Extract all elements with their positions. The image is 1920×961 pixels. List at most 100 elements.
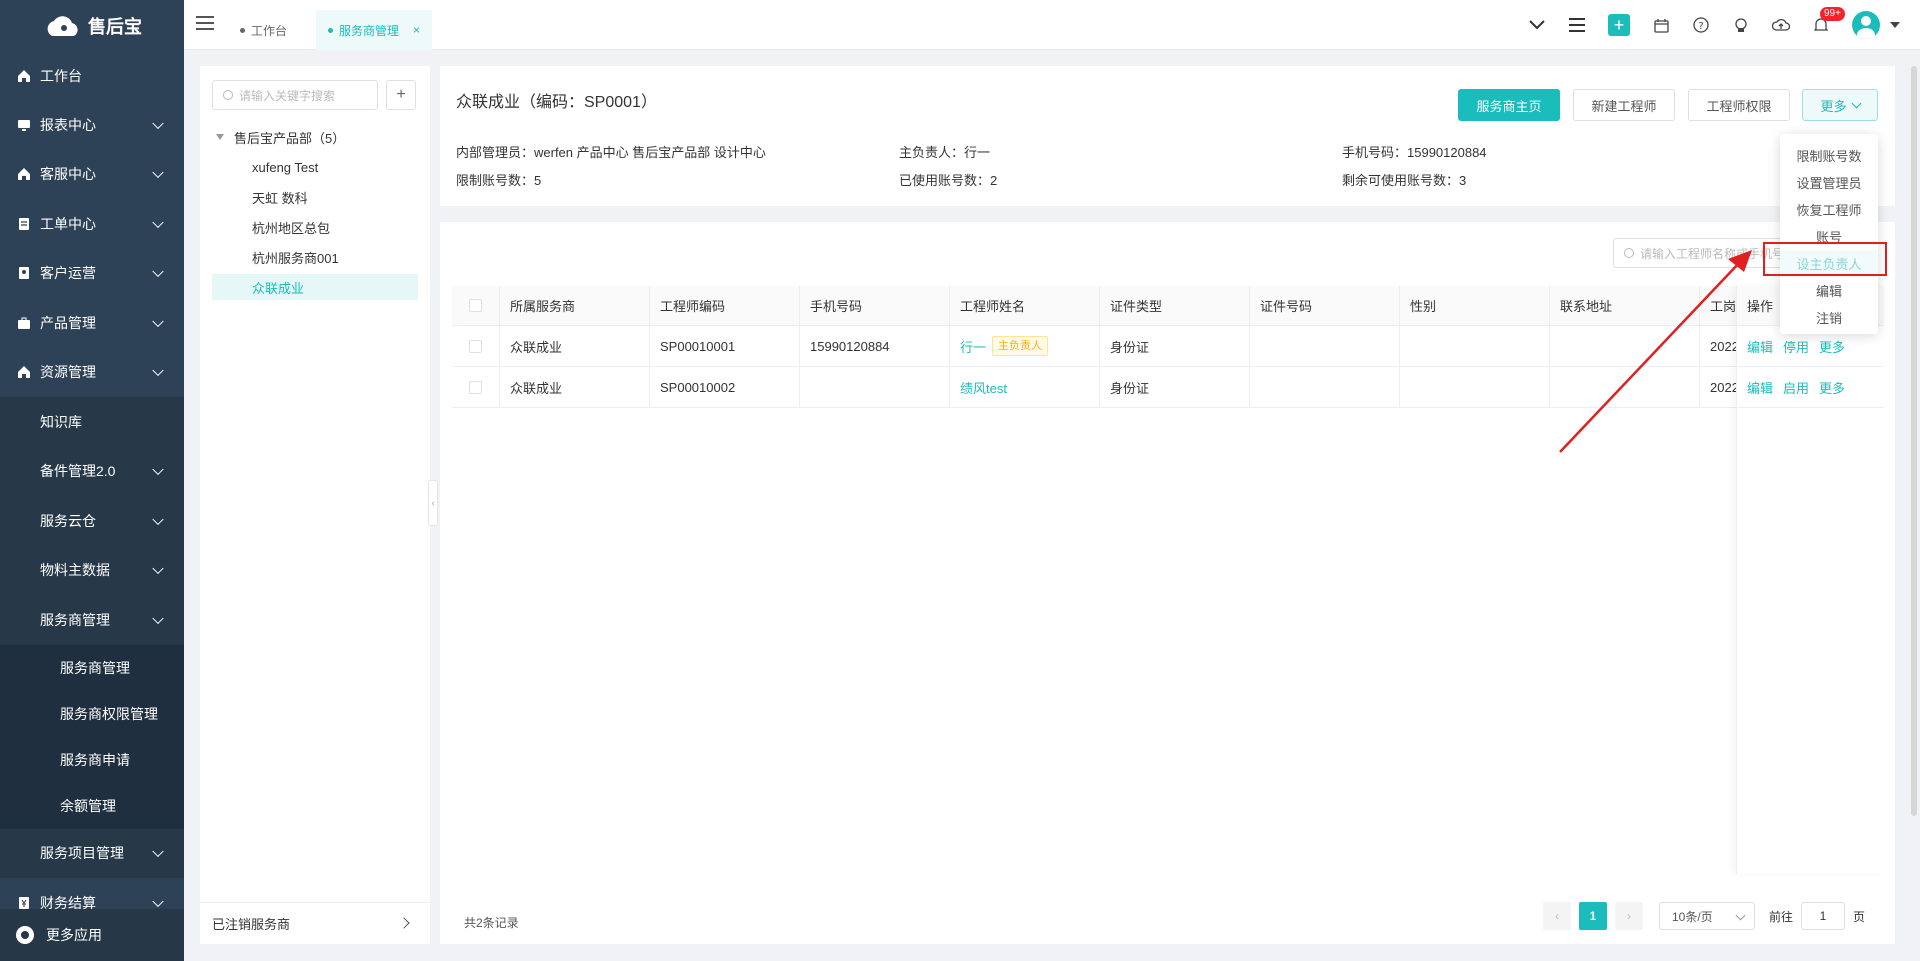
service-agent-icon[interactable] — [1732, 16, 1750, 34]
notification-badge: 99+ — [1820, 7, 1845, 21]
used-accounts: 已使用账号数：2 — [899, 173, 998, 188]
home-icon — [16, 364, 32, 380]
cancelled-providers-link[interactable]: 已注销服务商 — [200, 902, 430, 944]
topbar-actions: + ? 99+ — [1528, 0, 1900, 50]
highlight-box — [1763, 242, 1887, 276]
column-header: 工程师编码 — [650, 286, 800, 325]
column-header: 性别 — [1400, 286, 1550, 325]
sidebar-item[interactable]: 服务商权限管理 — [0, 690, 184, 737]
page-number[interactable]: 1 — [1579, 902, 1607, 930]
cell-phone — [800, 367, 950, 407]
tree-node[interactable]: 天虹 数科 — [212, 184, 418, 210]
logo-text: 售后宝 — [88, 17, 142, 37]
add-icon[interactable]: + — [1608, 14, 1630, 36]
engineer-table-card: 请输入工程师名称或手机号 所属服务商 工程师编码 手机号码 工程师姓名 证件类型… — [440, 222, 1895, 944]
tab-label: 工作台 — [251, 23, 288, 38]
sidebar-item[interactable]: 资源管理 — [0, 348, 184, 398]
tree-node[interactable]: xufeng Test — [212, 154, 418, 180]
engineer-search-placeholder: 请输入工程师名称或手机号 — [1640, 246, 1783, 261]
sidebar-item[interactable]: 报表中心 — [0, 100, 184, 150]
chevron-down-icon — [1851, 98, 1861, 108]
cloud-upload-icon[interactable] — [1772, 16, 1790, 34]
sidebar-item[interactable]: 服务商申请 — [0, 736, 184, 783]
tree-node-root[interactable]: 售后宝产品部（5） — [212, 124, 418, 150]
select-all-checkbox[interactable] — [452, 286, 500, 325]
page-scrollbar[interactable] — [1911, 66, 1917, 816]
tab-provider-management[interactable]: 服务商管理 × — [316, 10, 433, 50]
tree-node[interactable]: 杭州地区总包 — [212, 214, 418, 240]
sidebar-item-label: 客服中心 — [40, 166, 96, 183]
menu-item-edit[interactable]: 编辑 — [1780, 277, 1878, 303]
sidebar-item[interactable]: 服务商管理 — [0, 595, 184, 645]
tree-node[interactable]: 杭州服务商001 — [212, 244, 418, 270]
menu-collapse-icon[interactable] — [196, 16, 214, 32]
chevron-down-icon[interactable] — [1528, 16, 1546, 34]
calendar-icon[interactable] — [1652, 16, 1670, 34]
more-link[interactable]: 更多 — [1819, 378, 1845, 397]
row-checkbox[interactable] — [452, 367, 500, 407]
panel-collapse-handle[interactable]: ‹ — [428, 480, 438, 526]
list-icon[interactable] — [1568, 16, 1586, 34]
cell-id-type: 身份证 — [1100, 326, 1250, 366]
sidebar-item[interactable]: 服务商管理 — [0, 644, 184, 691]
expand-arrow-icon[interactable] — [216, 134, 224, 140]
sidebar-item[interactable]: 客服中心 — [0, 150, 184, 200]
tree-search-input[interactable]: 请输入关键字搜索 — [212, 80, 378, 110]
disable-link[interactable]: 停用 — [1783, 337, 1809, 356]
engineer-permission-button[interactable]: 工程师权限 — [1688, 89, 1790, 121]
search-icon — [223, 90, 233, 100]
engineer-name-link[interactable]: 行一 — [960, 337, 986, 356]
sidebar-item[interactable]: 服务项目管理 — [0, 828, 184, 878]
bell-icon[interactable]: 99+ — [1812, 7, 1845, 34]
menu-item-restore-engineer[interactable]: 恢复工程师 — [1780, 196, 1878, 222]
menu-item-limit-accounts[interactable]: 限制账号数 — [1780, 142, 1878, 168]
tree-node-selected[interactable]: 众联成业 — [212, 274, 418, 300]
engineer-name-link[interactable]: 绩风test — [960, 378, 1007, 397]
tab-workbench[interactable]: 工作台 — [228, 10, 299, 50]
caret-down-icon[interactable] — [1890, 22, 1900, 28]
sidebar-item[interactable]: 服务云仓 — [0, 496, 184, 546]
new-engineer-button[interactable]: 新建工程师 — [1573, 89, 1675, 121]
edit-link[interactable]: 编辑 — [1747, 337, 1773, 356]
add-provider-button[interactable]: + — [386, 80, 416, 110]
avatar[interactable] — [1852, 11, 1880, 39]
more-link[interactable]: 更多 — [1819, 337, 1845, 356]
cell-id-type: 身份证 — [1100, 367, 1250, 407]
more-dropdown-menu: 限制账号数 设置管理员 恢复工程师 账号 设主负责人 编辑 注销 — [1780, 134, 1878, 334]
edit-link[interactable]: 编辑 — [1747, 378, 1773, 397]
next-page-icon[interactable]: › — [1615, 902, 1643, 930]
user-card-icon — [16, 265, 32, 281]
logo[interactable]: 售后宝 — [0, 0, 184, 52]
column-header: 工程师姓名 — [950, 286, 1100, 325]
cell-name: 绩风test — [950, 367, 1100, 407]
cell-address — [1550, 326, 1700, 366]
engineer-search-input[interactable]: 请输入工程师名称或手机号 — [1613, 238, 1783, 268]
provider-home-button[interactable]: 服务商主页 — [1458, 89, 1560, 121]
chevron-down-icon — [152, 562, 164, 575]
goto-label: 前往 — [1769, 909, 1794, 924]
row-checkbox[interactable] — [452, 326, 500, 366]
sidebar-item[interactable]: 余额管理 — [0, 782, 184, 829]
sidebar-item[interactable]: 工作台 — [0, 52, 184, 100]
menu-item-set-admin[interactable]: 设置管理员 — [1780, 169, 1878, 195]
sidebar-item[interactable]: 物料主数据 — [0, 545, 184, 595]
tab-close-icon[interactable]: × — [413, 23, 420, 37]
sidebar-item[interactable]: 客户运营 — [0, 249, 184, 299]
tab-label: 服务商管理 — [339, 23, 400, 38]
sidebar-item[interactable]: 备件管理2.0 — [0, 446, 184, 496]
remaining-accounts: 剩余可使用账号数：3 — [1342, 173, 1467, 188]
more-button[interactable]: 更多 — [1802, 89, 1878, 121]
more-apps-button[interactable]: 更多应用 — [0, 909, 184, 961]
sidebar-item[interactable]: 工单中心 — [0, 199, 184, 249]
sidebar-item[interactable]: 产品管理 — [0, 298, 184, 348]
page-size-select[interactable]: 10条/页 — [1659, 902, 1755, 930]
enable-link[interactable]: 启用 — [1783, 378, 1809, 397]
table-row: 众联成业 SP00010002 绩风test 身份证 2022 — [452, 367, 1884, 408]
sidebar-menu: 工作台 报表中心客服中心工单中心 客户运营 产品管理 资源管理 知识库 备件管理2.0 服务云… — [0, 52, 184, 928]
menu-item-deregister[interactable]: 注销 — [1780, 304, 1878, 330]
chevron-down-icon — [152, 265, 164, 278]
help-icon[interactable]: ? — [1692, 16, 1710, 34]
sidebar-item[interactable]: 知识库 — [0, 397, 184, 447]
prev-page-icon[interactable]: ‹ — [1543, 902, 1571, 930]
goto-page-input[interactable]: 1 — [1801, 902, 1846, 930]
